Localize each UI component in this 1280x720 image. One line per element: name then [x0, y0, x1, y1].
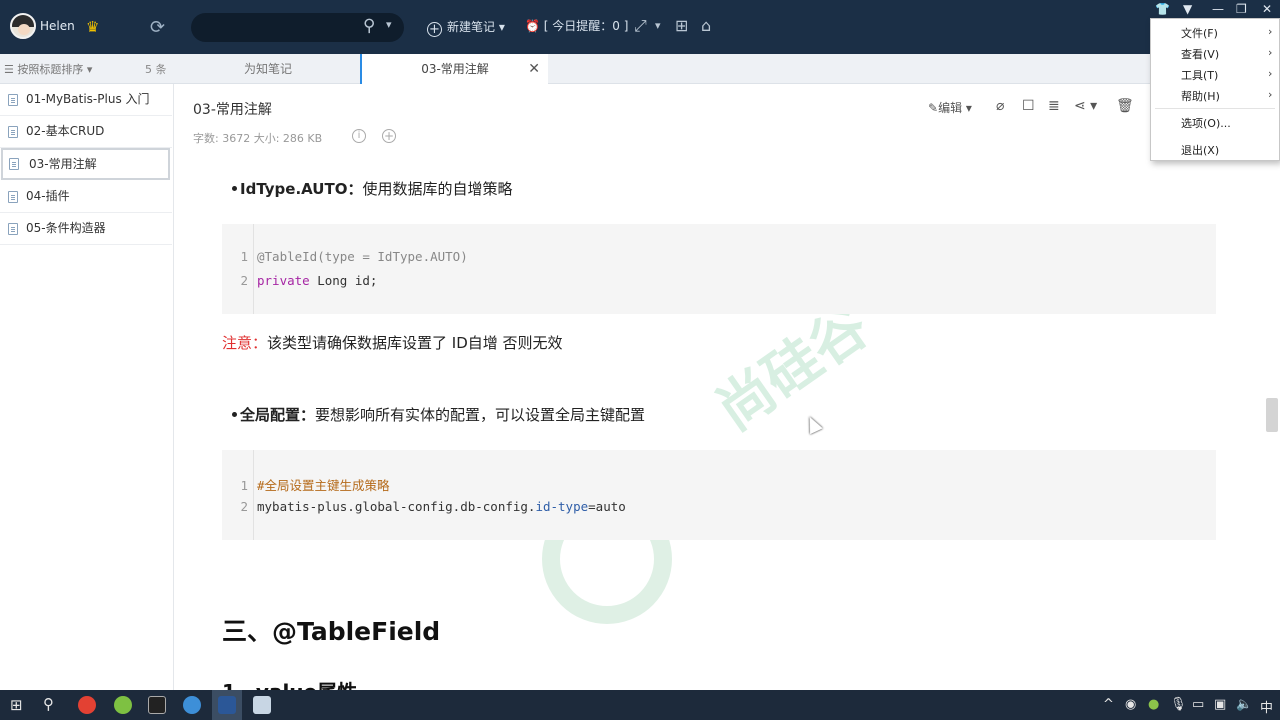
vip-crown-icon[interactable]: ♛ — [86, 18, 99, 36]
search-icon[interactable]: ⚲ — [363, 16, 375, 36]
document-icon — [8, 191, 18, 203]
scrollbar[interactable] — [1266, 398, 1278, 432]
note-stats: 字数: 3672 大小: 286 KB — [193, 132, 323, 145]
sync-icon[interactable]: ⟳ — [150, 17, 165, 38]
new-note-button[interactable]: + 新建笔记 ▾ — [427, 18, 505, 37]
code-block-2[interactable]: 1 #全局设置主键生成策略 2 mybatis-plus.global-config… — [222, 450, 1216, 540]
page-title: 03-常用注解 — [193, 102, 272, 118]
history-icon[interactable]: ≣ — [1048, 98, 1060, 114]
menu-divider — [1155, 108, 1275, 109]
obs-icon[interactable]: ◉ — [1125, 697, 1136, 712]
note-editor: 尚硅谷 03-常用注解 字数: 3672 大小: 286 KB i + ✎编辑 … — [176, 84, 1266, 690]
chevron-down-icon[interactable]: ▾ — [655, 19, 661, 32]
menu-dropdown-icon[interactable]: ▼ — [1183, 2, 1192, 16]
tab-wiz-notes[interactable]: 为知笔记 — [176, 54, 360, 84]
note-warning: 注意：该类型请确保数据库设置了 ID自增 否则无效 — [222, 334, 563, 352]
ime-indicator[interactable]: 中 — [1260, 697, 1273, 716]
info-icon[interactable]: i — [352, 129, 366, 143]
tab-current-note[interactable]: 03-常用注解 ✕ — [360, 54, 548, 84]
list-item[interactable]: 02-基本CRUD — [0, 116, 172, 148]
list-item-selected[interactable]: 03-常用注解 — [1, 148, 170, 180]
chevron-right-icon: › — [1268, 46, 1273, 59]
chrome-icon[interactable] — [78, 696, 96, 714]
username[interactable]: Helen — [40, 19, 75, 33]
document-icon — [8, 94, 18, 106]
code-line: 2 mybatis-plus.global-config.db-config.id… — [240, 499, 626, 514]
attachment-icon[interactable]: ⌀ — [996, 98, 1004, 114]
section-heading: 三、@TableField — [222, 617, 441, 646]
close-icon[interactable]: ✕ — [1262, 2, 1272, 16]
code-line: 2 private Long id; — [240, 273, 378, 288]
intellij-icon[interactable] — [148, 696, 166, 714]
browser-icon[interactable] — [183, 696, 201, 714]
chevron-right-icon: › — [1268, 88, 1273, 101]
share-icon[interactable]: ⋖ ▾ — [1074, 98, 1097, 114]
alarm-clock-icon: ⏰ — [525, 19, 540, 33]
edit-button[interactable]: ✎编辑 ▾ — [928, 99, 972, 116]
taskbar: ⊞ ⚲ ^ ◉ ● 🎙 ▭ ▣ 🔈 中 — [0, 690, 1280, 720]
bullet-idtype-auto: IdType.AUTO：使用数据库的自增策略 — [231, 180, 513, 198]
windows-start-icon[interactable]: ⊞ — [10, 696, 23, 714]
network-icon[interactable]: ▣ — [1214, 697, 1226, 712]
comment-icon[interactable]: ☐ — [1022, 98, 1035, 114]
menu-item-tools[interactable]: 工具(T) — [1181, 67, 1218, 83]
edit-icon: ✎ — [928, 101, 939, 115]
document-icon — [8, 223, 18, 235]
menu-item-view[interactable]: 查看(V) — [1181, 46, 1219, 62]
microphone-icon[interactable]: 🎙 — [1170, 697, 1187, 712]
sort-dropdown[interactable]: ☰ 按照标题排序 ▾ — [4, 61, 92, 77]
add-icon[interactable]: + — [382, 129, 396, 143]
battery-icon[interactable]: ▭ — [1192, 697, 1204, 712]
minimize-icon[interactable]: — — [1212, 2, 1224, 16]
bullet-global-config: 全局配置：要想影响所有实体的配置，可以设置全局主键配置 — [231, 406, 646, 424]
code-line: 1 @TableId(type = IdType.AUTO) — [240, 249, 468, 264]
tray-app-icon[interactable]: ● — [1148, 697, 1159, 712]
menu-item-help[interactable]: 帮助(H) — [1181, 88, 1220, 104]
chevron-up-icon[interactable]: ^ — [1103, 697, 1114, 712]
delete-icon[interactable]: 🗑 — [1116, 98, 1134, 114]
document-icon — [9, 158, 19, 170]
word-icon[interactable] — [218, 696, 236, 714]
skin-icon[interactable]: 👕 — [1155, 2, 1170, 16]
notepad-icon[interactable] — [253, 696, 271, 714]
search-icon[interactable]: ⚲ — [43, 695, 54, 713]
restore-icon[interactable]: ❐ — [1236, 2, 1247, 16]
list-item[interactable]: 01-MyBatis-Plus 入门 — [0, 84, 172, 116]
note-list: 01-MyBatis-Plus 入门 02-基本CRUD 03-常用注解 04-… — [0, 84, 174, 690]
menu-item-file[interactable]: 文件(F) — [1181, 25, 1218, 41]
note-count: 5 条 — [145, 63, 167, 76]
plus-icon: + — [427, 22, 442, 37]
main-menu: 文件(F) › 查看(V) › 工具(T) › 帮助(H) › 选项(O)...… — [1150, 18, 1280, 161]
reminder-button[interactable]: ⏰ [ 今日提醒：0 ] — [525, 17, 628, 34]
app-icon[interactable] — [114, 696, 132, 714]
list-icon: ☰ — [4, 63, 14, 76]
subsection-heading: 1、value属性 — [222, 676, 357, 690]
grid-icon[interactable]: ⊞ — [675, 16, 688, 35]
list-item[interactable]: 05-条件构造器 — [0, 213, 172, 245]
chevron-down-icon[interactable]: ▾ — [386, 18, 392, 31]
close-tab-icon[interactable]: ✕ — [528, 54, 540, 84]
document-icon — [8, 126, 18, 138]
chevron-right-icon: › — [1268, 67, 1273, 80]
code-line: 1 #全局设置主键生成策略 — [240, 478, 390, 493]
list-item[interactable]: 04-插件 — [0, 181, 172, 213]
home-icon[interactable]: ⌂ — [701, 16, 711, 35]
menu-item-options[interactable]: 选项(O)... — [1181, 115, 1231, 131]
volume-icon[interactable]: 🔈 — [1236, 697, 1252, 712]
chevron-right-icon: › — [1268, 25, 1273, 38]
expand-icon[interactable]: ⤢ — [634, 16, 647, 36]
code-block-1[interactable]: 1 @TableId(type = IdType.AUTO) 2 private L… — [222, 224, 1216, 314]
menu-item-exit[interactable]: 退出(X) — [1181, 142, 1219, 158]
top-toolbar: Helen ♛ ⟳ ⚲ ▾ + 新建笔记 ▾ ⏰ [ 今日提醒：0 ] ⤢ ▾ ⊞… — [0, 0, 1280, 54]
avatar[interactable] — [10, 13, 36, 39]
tab-bar: ☰ 按照标题排序 ▾ 5 条 为知笔记 03-常用注解 ✕ — [0, 54, 1280, 84]
